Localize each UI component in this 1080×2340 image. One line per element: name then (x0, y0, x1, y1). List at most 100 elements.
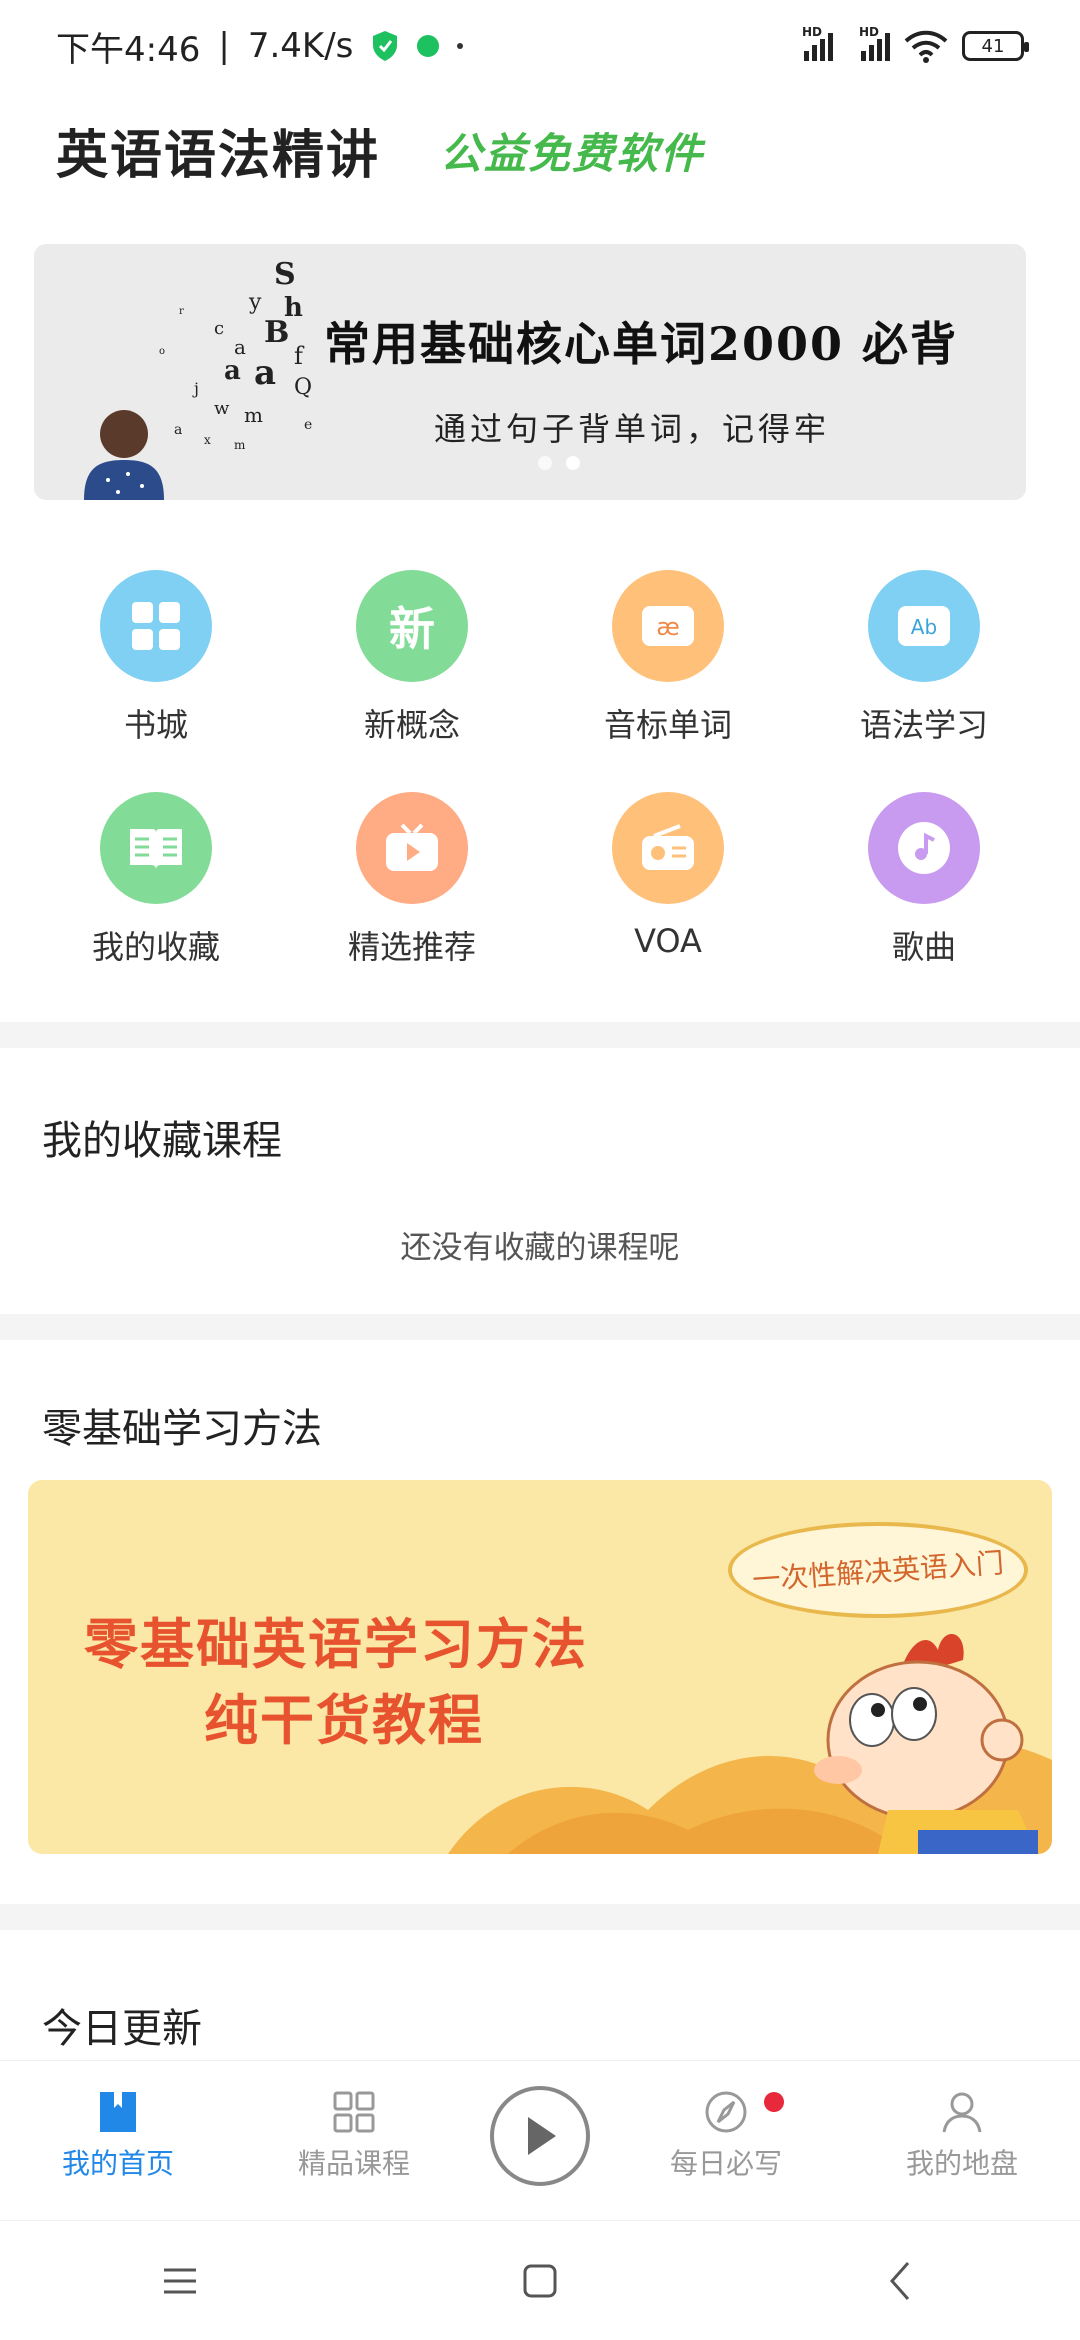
more-notifications-icon (457, 43, 464, 49)
square-home-icon (523, 2264, 557, 2297)
grid-item-voa[interactable]: VOA (540, 792, 796, 968)
apps-grid-icon (132, 602, 180, 650)
play-icon (528, 2116, 556, 2155)
grid-item-bookstore[interactable]: 书城 (28, 570, 284, 746)
wifi-icon (904, 30, 948, 63)
svg-text:y: y (248, 290, 262, 315)
svg-text:a: a (224, 356, 241, 386)
shield-icon (373, 31, 398, 61)
signal-icon: HD (859, 25, 890, 61)
status-bar: 下午4:46 | 7.4K/s HD HD 41 (0, 0, 1080, 92)
tab-icon-wrap (704, 2090, 784, 2134)
person-illustration-icon (84, 410, 164, 500)
svg-text:o: o (159, 346, 165, 357)
grid-item-my-favorites[interactable]: 我的收藏 (28, 792, 284, 968)
app-title: 英语语法精讲 (56, 125, 381, 186)
ae-phonetic-icon: æ (642, 606, 694, 646)
grid-courses-icon (333, 2091, 375, 2132)
grid-label: 语法学习 (859, 706, 988, 744)
grid-icon-bg (100, 792, 212, 904)
favorites-empty-message: 还没有收藏的课程呢 (400, 1230, 680, 1266)
grid-label: 精选推荐 (347, 928, 476, 966)
carousel-indicator[interactable] (538, 456, 580, 470)
svg-text:a: a (174, 422, 182, 438)
grid-label: 歌曲 (891, 928, 956, 966)
svg-text:j: j (192, 379, 199, 398)
grid-label: 音标单词 (603, 706, 732, 744)
app-header: 英语语法精讲 公益免费软件 (0, 100, 1080, 200)
tab-label: 我的首页 (61, 2146, 174, 2180)
grid-item-recommended[interactable]: 精选推荐 (284, 792, 540, 968)
feature-grid: 书城 新 新概念 æ 音标单词 Ab 语法学习 我的收藏 精选推荐 VOA 歌曲 (28, 570, 1052, 968)
video-icon (386, 823, 438, 871)
status-divider: | (218, 26, 230, 66)
grid-label: 书城 (123, 706, 188, 744)
tab-home[interactable]: 我的首页 (18, 2090, 218, 2182)
grid-icon-bg: Ab (868, 570, 980, 682)
play-button[interactable] (490, 2085, 590, 2186)
grid-icon-bg (356, 792, 468, 904)
svg-text:x: x (204, 433, 211, 447)
status-time: 下午4:46 (56, 29, 201, 70)
tab-label: 每日必写 (669, 2146, 782, 2180)
tab-my-space[interactable]: 我的地盘 (862, 2090, 1062, 2182)
signal-icon: HD (802, 25, 833, 61)
bottom-tab-bar: 我的首页 精品课程 每日必写 我的地盘 (0, 2060, 1080, 2210)
section-divider (0, 1904, 1080, 1930)
banner-subtitle: 通过句子背单词，记得牢 (434, 410, 831, 448)
tab-daily-writing[interactable]: 每日必写 (626, 2090, 826, 2182)
notification-dot-icon (417, 35, 440, 57)
grid-icon-bg (868, 792, 980, 904)
svg-text:B: B (264, 315, 289, 350)
svg-text:Ab: Ab (911, 615, 937, 639)
section-divider (0, 1314, 1080, 1340)
home-nav-button[interactable] (510, 2251, 570, 2311)
ab-grammar-icon: Ab (898, 606, 950, 646)
grid-label: 新概念 (363, 706, 460, 744)
method-banner-line1: 零基础英语学习方法 (84, 1612, 588, 1676)
grid-icon-bg: 新 (356, 570, 468, 682)
cartoon-boy-icon (814, 1633, 1038, 1854)
user-icon (942, 2092, 982, 2132)
bookmark-home-icon (100, 2091, 136, 2132)
radio-icon (642, 824, 694, 870)
grid-item-songs[interactable]: 歌曲 (796, 792, 1052, 968)
svg-text:Q: Q (294, 375, 312, 400)
grid-item-grammar[interactable]: Ab 语法学习 (796, 570, 1052, 746)
book-icon (130, 829, 182, 869)
menu-nav-button[interactable] (150, 2251, 210, 2311)
app-slogan: 公益免费软件 (440, 128, 705, 178)
compass-icon (705, 2091, 747, 2132)
battery-level: 41 (981, 35, 1005, 57)
grid-icon-bg: æ (612, 570, 724, 682)
menu-icon (164, 2268, 196, 2293)
tab-label: 我的地盘 (905, 2146, 1018, 2180)
carousel-dot[interactable] (538, 456, 552, 470)
tab-courses[interactable]: 精品课程 (254, 2090, 454, 2182)
speech-bubble: 一次性解决英语入门 (728, 1522, 1028, 1618)
svg-text:w: w (214, 398, 230, 419)
back-nav-button[interactable] (870, 2251, 930, 2311)
banner-title: 常用基础核心单词2000 必背 (324, 317, 959, 371)
svg-text:c: c (214, 318, 224, 339)
notification-badge (764, 2091, 784, 2112)
system-nav-bar (0, 2220, 1080, 2340)
battery-icon: 41 (962, 31, 1029, 61)
method-banner[interactable]: 零基础英语学习方法 纯干货教程 一次性解决英语入门 (28, 1480, 1052, 1854)
promo-banner[interactable]: S y h c B a f a a j Q w m a x m o r e 常用… (34, 244, 1026, 500)
carousel-dot-active[interactable] (566, 456, 580, 470)
status-net-speed: 7.4K/s (247, 26, 354, 66)
section-divider (0, 1022, 1080, 1048)
svg-text:e: e (304, 417, 312, 433)
music-icon (898, 822, 950, 874)
xin-icon: 新 (389, 602, 435, 656)
svg-text:f: f (294, 342, 305, 370)
back-chevron-icon (889, 2261, 910, 2300)
grid-item-phonetic-words[interactable]: æ 音标单词 (540, 570, 796, 746)
favorites-section-title: 我的收藏课程 (42, 1118, 282, 1164)
svg-text:r: r (179, 306, 184, 317)
svg-text:æ: æ (656, 613, 680, 641)
status-left: 下午4:46 | 7.4K/s (56, 22, 464, 71)
grid-item-new-concept[interactable]: 新 新概念 (284, 570, 540, 746)
tab-label: 精品课程 (297, 2146, 410, 2180)
